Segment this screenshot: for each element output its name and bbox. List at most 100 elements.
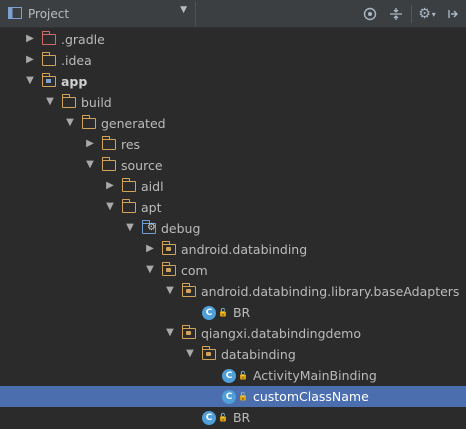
tree-node: apt [121,199,162,216]
tree-row[interactable]: ▶ android.databinding [0,239,466,260]
tree-row[interactable]: ▶ res [0,134,466,155]
tree-node: debug [141,220,201,237]
tree-node: databinding [201,346,296,363]
collapsed-arrow-icon[interactable]: ▶ [144,243,156,255]
tree-node-label: qiangxi.databindingdemo [201,326,361,341]
tree-node: .idea [41,52,92,69]
project-toolbar: Project ▼ ⚙ ▾ [0,0,466,28]
tree-row[interactable]: ▼ source [0,155,466,176]
collapsed-arrow-icon[interactable]: ▶ [24,54,36,66]
project-view-label: Project [28,7,70,21]
class-icon: C [202,305,216,320]
target-icon[interactable] [357,0,383,28]
tree-node-label: .gradle [61,32,105,47]
expanded-arrow-icon[interactable]: ▼ [104,201,116,213]
hide-icon[interactable] [440,0,466,28]
tree-node-label: android.databinding.library.baseAdapters [201,284,460,299]
toolbar-separator [411,5,412,23]
tree-row[interactable]: ▼ generated [0,113,466,134]
tree-node-label: build [81,95,112,110]
collapsed-arrow-icon[interactable]: ▶ [104,180,116,192]
tree-node: C 🔓 BR [202,304,250,321]
tree-node-label: generated [101,116,166,131]
tree-row[interactable]: ▼ apt [0,197,466,218]
folder-icon [121,178,136,192]
tree-node: android.databinding [161,241,308,258]
tree-node: C 🔓 BR [202,409,250,426]
package-icon [161,262,176,276]
expanded-arrow-icon[interactable]: ▼ [84,159,96,171]
access-icon: 🔓 [238,392,248,401]
tree-node-label: com [181,263,208,278]
tree-row[interactable]: ▼ android.databinding.library.baseAdapter… [0,281,466,302]
folder-icon [81,115,96,129]
access-icon: 🔓 [218,413,228,422]
tree-node: C 🔓 ActivityMainBinding [222,367,377,384]
tree-row[interactable]: ▼ debug [0,218,466,239]
tree-node: .gradle [41,31,105,48]
folder-icon [41,31,56,45]
tree-node: build [61,94,112,111]
class-icon: C [222,368,236,383]
class-icon: C [202,410,216,425]
project-tree: ▶ .gradle ▶ .idea ▼ app ▼ build ▼ generated ▶ res ▼ s… [0,28,466,429]
tree-node-label: res [121,137,141,152]
tree-row[interactable]: ▶ .idea [0,50,466,71]
tree-row[interactable]: ▼ com [0,260,466,281]
expanded-arrow-icon[interactable]: ▼ [24,75,36,87]
folder-icon [41,73,56,87]
collapse-icon[interactable] [383,0,409,28]
expanded-arrow-icon[interactable]: ▼ [64,117,76,129]
tree-node-label: debug [161,221,201,236]
expanded-arrow-icon[interactable]: ▼ [124,222,136,234]
expanded-arrow-icon[interactable]: ▼ [164,285,176,297]
package-icon [201,346,216,360]
tree-row[interactable]: C 🔓 customClassName [0,386,466,407]
tree-node-label: BR [232,305,251,320]
project-view-icon [8,6,22,22]
tree-node: com [161,262,208,279]
tree-node: app [41,73,88,90]
tree-node-label: source [121,158,163,173]
tree-node-label: apt [141,200,162,215]
tree-node: C 🔓 customClassName [222,388,369,405]
tree-node: android.databinding.library.baseAdapters [181,283,460,300]
tree-row[interactable]: C 🔓 ActivityMainBinding [0,365,466,386]
package-icon [161,241,176,255]
tree-node: res [101,136,141,153]
tree-row[interactable]: C 🔓 BR [0,407,466,428]
tree-row[interactable]: C 🔓 BR [0,302,466,323]
tree-row[interactable]: ▼ app [0,71,466,92]
tree-node-label: customClassName [252,389,369,404]
collapsed-arrow-icon[interactable]: ▶ [84,138,96,150]
tree-node-label: ActivityMainBinding [252,368,377,383]
class-icon: C [222,389,236,404]
expanded-arrow-icon[interactable]: ▼ [144,264,156,276]
tree-node-label: .idea [61,53,92,68]
tree-node: qiangxi.databindingdemo [181,325,361,342]
folder-icon [101,136,116,150]
tree-row[interactable]: ▶ aidl [0,176,466,197]
folder-icon [101,157,116,171]
package-icon [181,325,196,339]
collapsed-arrow-icon[interactable]: ▶ [24,33,36,45]
expanded-arrow-icon[interactable]: ▼ [184,348,196,360]
gear-icon[interactable]: ⚙ ▾ [414,0,440,28]
access-icon: 🔓 [218,308,228,317]
chevron-down-icon: ▼ [180,5,187,15]
tree-row[interactable]: ▶ .gradle [0,29,466,50]
package-icon [181,283,196,297]
tree-node-label: android.databinding [181,242,308,257]
folder-icon [41,52,56,66]
tree-row[interactable]: ▼ qiangxi.databindingdemo [0,323,466,344]
tree-node: aidl [121,178,164,195]
folder-icon [61,94,76,108]
expanded-arrow-icon[interactable]: ▼ [44,96,56,108]
tree-node: generated [81,115,166,132]
expanded-arrow-icon[interactable]: ▼ [164,327,176,339]
tree-node: source [101,157,163,174]
tree-node-label: app [61,74,88,89]
tree-row[interactable]: ▼ databinding [0,344,466,365]
project-view-selector[interactable]: Project ▼ [0,2,196,26]
tree-row[interactable]: ▼ build [0,92,466,113]
